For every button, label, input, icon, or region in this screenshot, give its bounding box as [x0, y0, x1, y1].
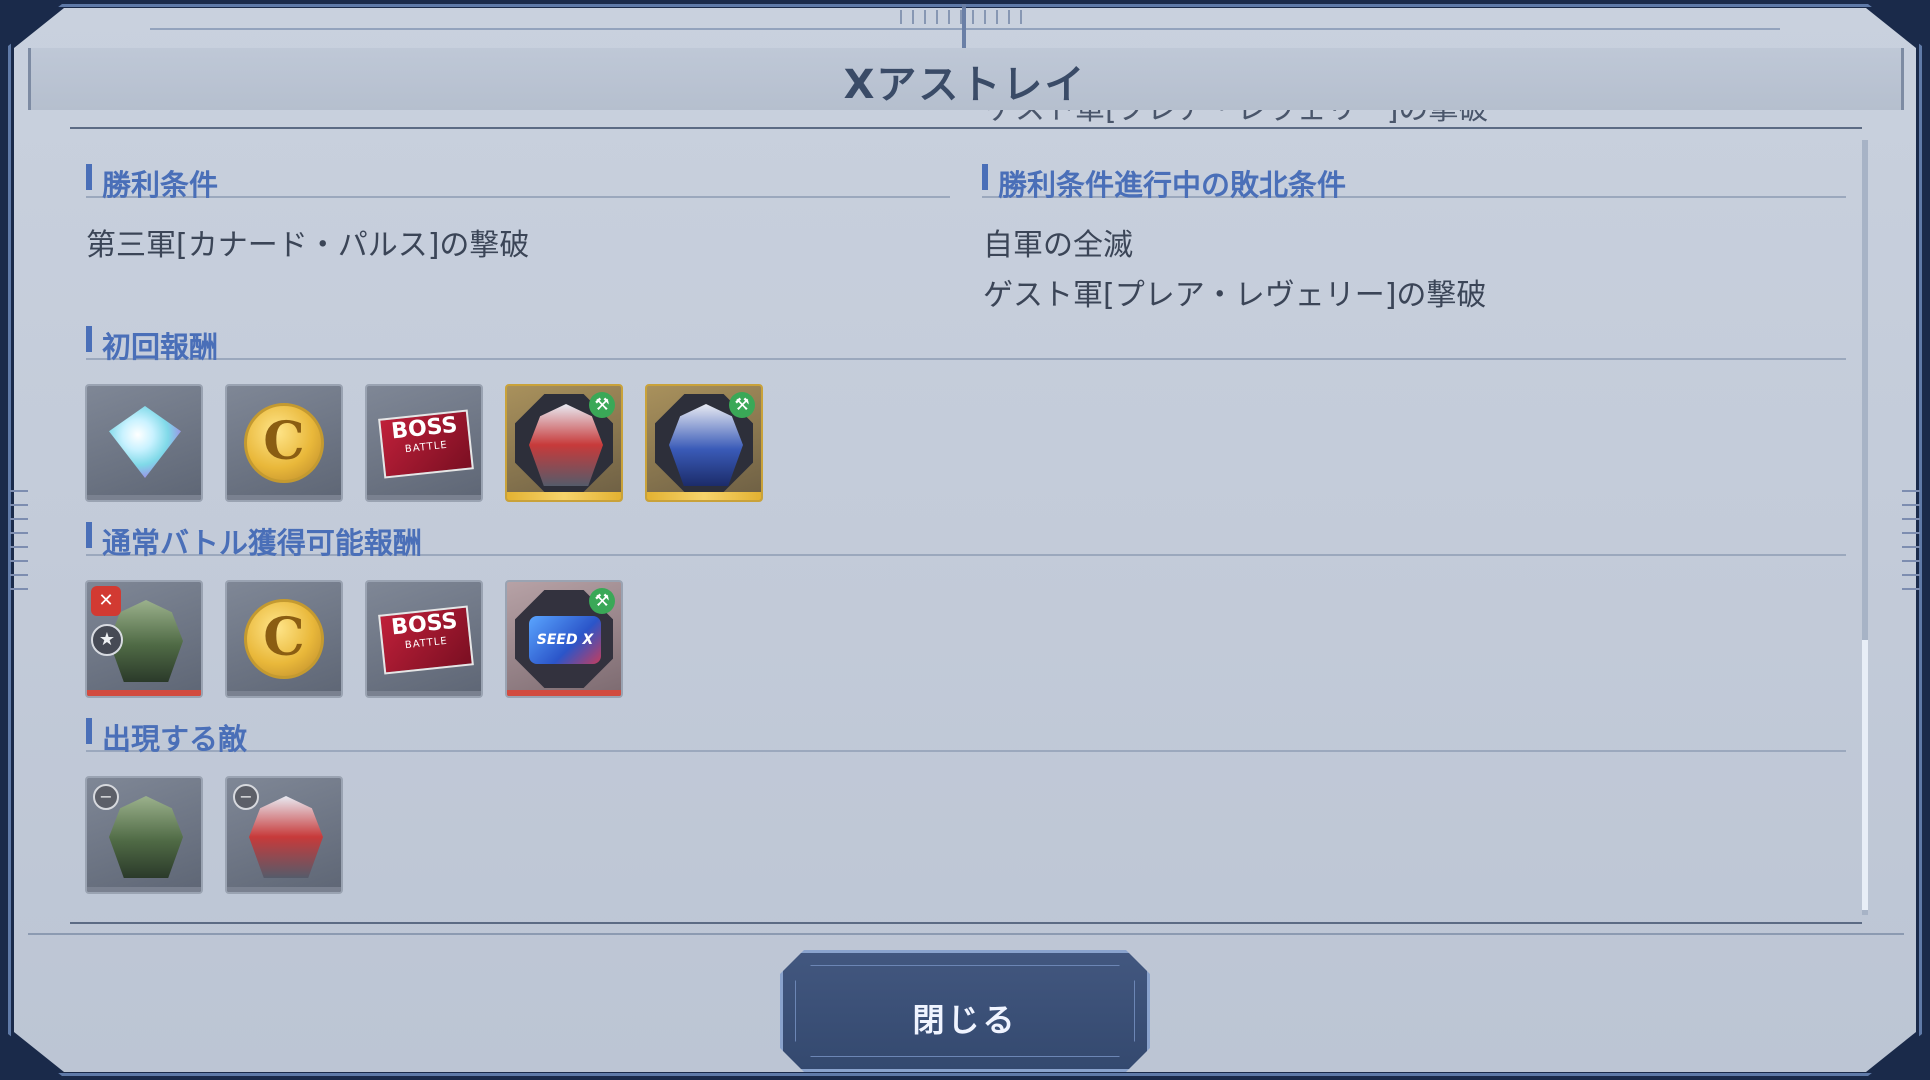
victory-condition-1: 第三軍[カナード・パルス]の撃破 [86, 228, 530, 263]
defeat-condition-2: ゲスト軍[プレア・レヴェリー]の撃破 [983, 278, 1487, 313]
mobile-suit-icon [249, 796, 323, 878]
defeat-condition-1: 自軍の全滅 [983, 228, 1133, 263]
top-decoration-notch [962, 4, 966, 48]
close-button-label: 閉じる [912, 1001, 1018, 1039]
scrolled-partial-text: ゲスト軍[プレア・レヴェリー]の撃破 [985, 110, 1488, 132]
content-top-divider [70, 127, 1862, 129]
wrench-icon: ⚒ [729, 392, 755, 418]
content-bottom-divider [70, 922, 1862, 924]
reward-blueprint-red[interactable]: ⚒ [505, 384, 623, 502]
reward-diamond[interactable] [85, 384, 203, 502]
enemies-heading: 出現する敵 [86, 716, 1846, 756]
enemy-unit-2[interactable]: − [225, 776, 343, 894]
reward-boss-battle-ticket-2[interactable]: BOSS BATTLE [365, 580, 483, 698]
wrench-icon: ⚒ [589, 392, 615, 418]
dialog-title: Xアストレイ [843, 62, 1087, 108]
first-reward-heading: 初回報酬 [86, 324, 1846, 364]
capital-coin-icon: C [244, 403, 324, 483]
close-button[interactable]: 閉じる [780, 950, 1150, 1072]
boss-battle-ticket-icon: BOSS BATTLE [378, 409, 474, 479]
attack-type-icon: ✕ [91, 586, 121, 616]
minus-badge-icon: − [233, 784, 259, 810]
reward-capital-coin[interactable]: C [225, 384, 343, 502]
seed-series-logo-icon: SEED X [529, 616, 601, 664]
minus-badge-icon: − [93, 784, 119, 810]
victory-conditions-heading: 勝利条件 [86, 162, 950, 202]
enemy-unit-1[interactable]: − [85, 776, 203, 894]
reward-seed-blueprint[interactable]: SEED X ⚒ [505, 580, 623, 698]
defeat-conditions-heading: 勝利条件進行中の敗北条件 [982, 162, 1846, 202]
left-side-ticks [10, 490, 28, 590]
capital-coin-icon: C [244, 599, 324, 679]
reward-boss-battle-ticket[interactable]: BOSS BATTLE [365, 384, 483, 502]
diamond-icon [109, 406, 181, 478]
normal-reward-heading: 通常バトル獲得可能報酬 [86, 520, 1846, 560]
wrench-icon: ⚒ [589, 588, 615, 614]
reward-capital-coin-2[interactable]: C [225, 580, 343, 698]
boss-battle-ticket-icon: BOSS BATTLE [378, 605, 474, 675]
footer-divider [28, 933, 1904, 935]
reward-blueprint-blue[interactable]: ⚒ [645, 384, 763, 502]
star-badge-icon: ★ [91, 624, 123, 656]
reward-unit-green[interactable]: ✕ ★ [85, 580, 203, 698]
scrollbar-thumb[interactable] [1862, 640, 1868, 910]
mobile-suit-icon [109, 796, 183, 878]
right-side-ticks [1902, 490, 1920, 590]
